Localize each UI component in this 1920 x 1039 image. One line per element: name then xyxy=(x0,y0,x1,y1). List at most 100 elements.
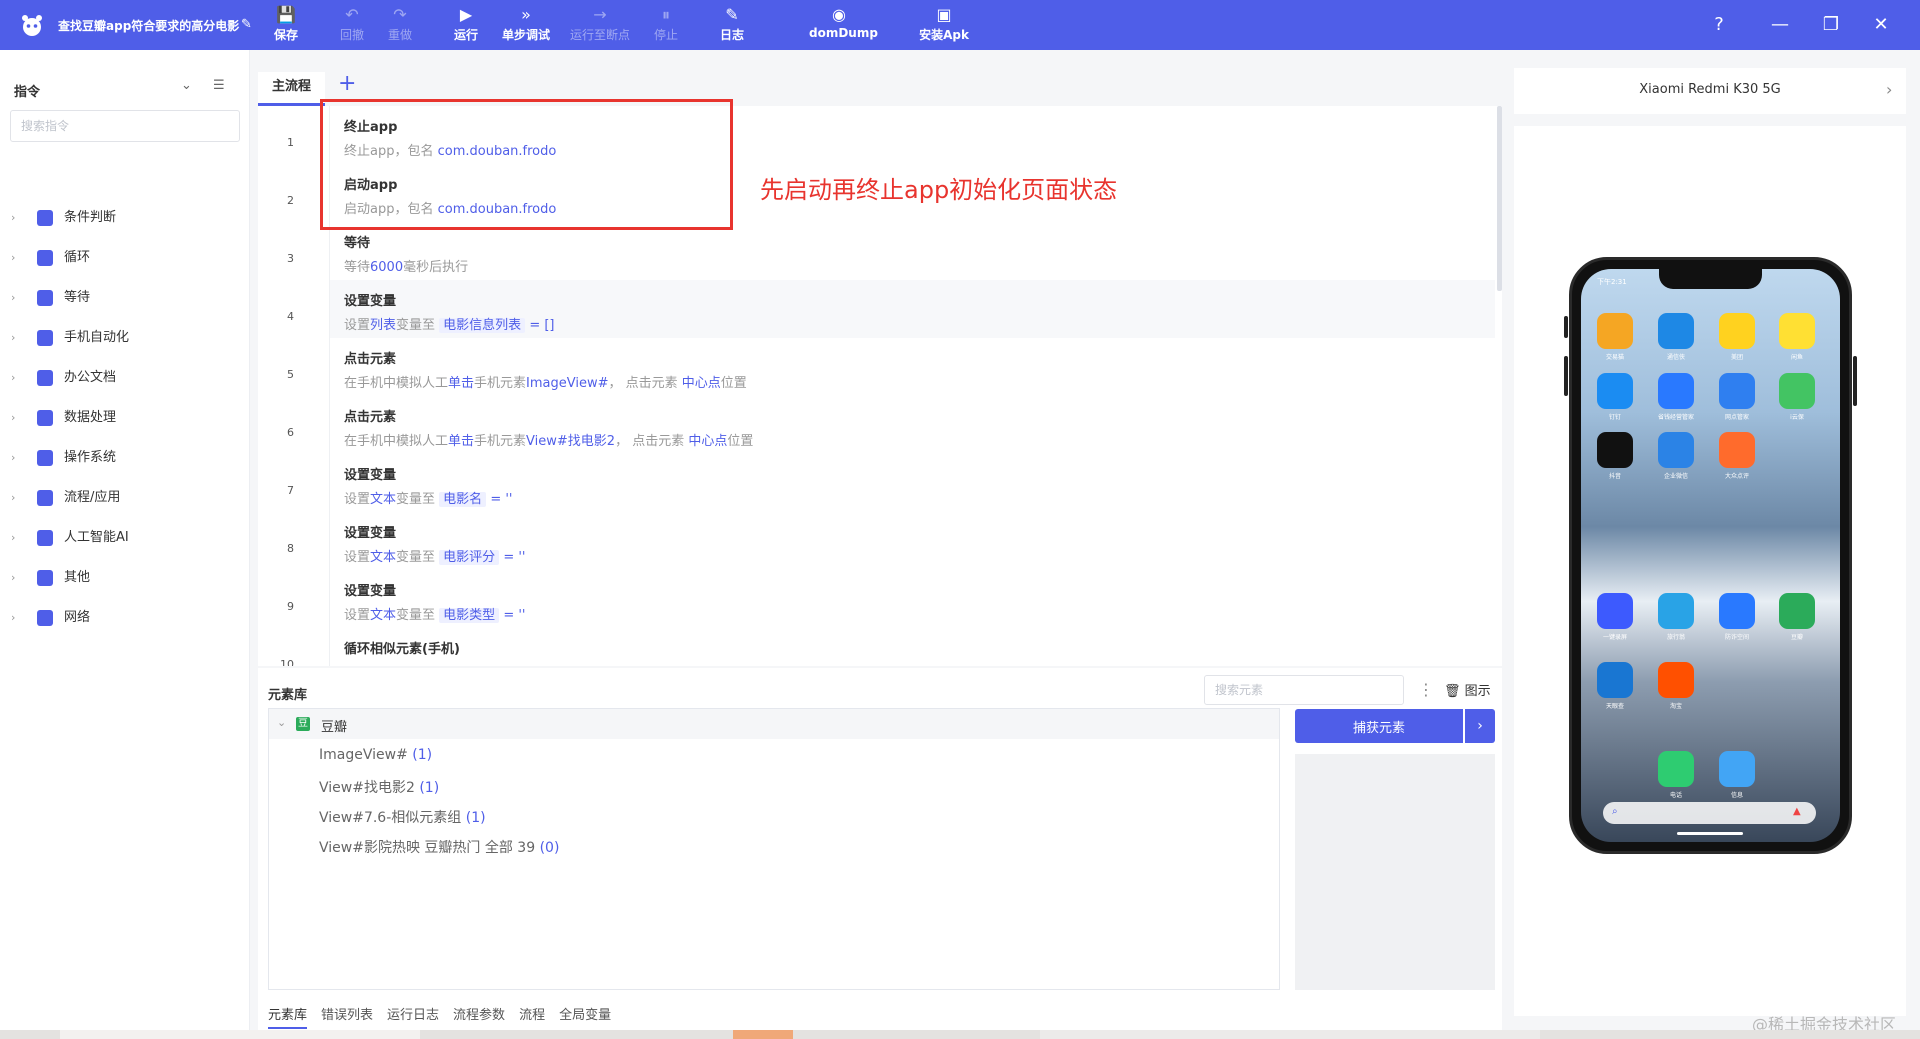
help-icon[interactable]: ? xyxy=(1705,12,1733,38)
phone-screen[interactable]: 下午2:31 交易猫 通信侠 美团 闲鱼钉钉 省钱经营管家 网点管家 i云保抖音 企业微信 大众… xyxy=(1581,269,1840,842)
bottom-tab-bar: 元素库 错误列表 运行日志 流程参数 流程 全局变量 xyxy=(268,1004,625,1030)
flow-step[interactable]: 设置变量 设置文本变量至 电影名 = '' xyxy=(330,454,1495,512)
flow-step[interactable]: 循环相似元素(手机) xyxy=(330,628,1495,666)
chevron-right-icon[interactable]: › xyxy=(11,283,15,313)
flow-step[interactable]: 点击元素 在手机中模拟人工单击手机元素ImageView#， 点击元素 中心点位置 xyxy=(330,338,1495,396)
highlight-box xyxy=(320,99,733,230)
collapse-all-icon[interactable]: ⌄ xyxy=(181,78,192,93)
chevron-right-icon[interactable]: › xyxy=(11,203,15,233)
phone-app-icon[interactable]: 企业微信 xyxy=(1656,432,1696,480)
phone-app-icon[interactable]: 闲鱼 xyxy=(1777,313,1817,361)
status-time: 下午2:31 xyxy=(1597,278,1627,286)
flow-step[interactable]: 设置变量 设置文本变量至 电影类型 = '' xyxy=(330,570,1495,628)
chevron-down-icon[interactable]: ⌄ xyxy=(277,716,286,729)
bottom-tab[interactable]: 流程 xyxy=(519,1004,545,1027)
phone-app-icon[interactable]: 通信侠 xyxy=(1656,313,1696,361)
flow-step[interactable]: 点击元素 在手机中模拟人工单击手机元素View#找电影2， 点击元素 中心点位置 xyxy=(330,396,1495,454)
capture-dropdown-button[interactable]: › xyxy=(1465,709,1495,743)
preview-label: 图示 xyxy=(1464,684,1491,699)
phone-app-icon[interactable]: 防诈空间 xyxy=(1717,593,1757,641)
element-item[interactable]: ImageView# (1) xyxy=(319,747,432,763)
restore-button[interactable]: ❐ xyxy=(1817,12,1845,38)
phone-app-icon[interactable]: 一键录屏 xyxy=(1595,593,1635,641)
flow-scrollbar[interactable] xyxy=(1497,106,1502,291)
step-text: 毫秒后执行 xyxy=(403,260,469,275)
chevron-right-icon[interactable]: › xyxy=(11,363,15,393)
element-item[interactable]: View#找电影2 (1) xyxy=(319,777,439,797)
command-category-item[interactable]: › 条件判断 xyxy=(0,203,250,233)
element-library-panel: 元素库 ⋮ 🗑 图示 ⌄ 豆 豆瓣 ImageView# (1) View#找电影… xyxy=(258,668,1502,1030)
element-item[interactable]: View#影院热映 豆瓣热门 全部 39 (0) xyxy=(319,837,559,857)
chevron-right-icon[interactable]: › xyxy=(11,403,15,433)
bottom-tab[interactable]: 运行日志 xyxy=(387,1004,439,1027)
app-tile xyxy=(1779,373,1815,409)
phone-app-icon[interactable]: 大众点评 xyxy=(1717,432,1757,480)
preview-toggle[interactable]: 🗑 图示 xyxy=(1444,680,1491,699)
toolbar-button-4[interactable]: » 单步调试 xyxy=(496,4,556,46)
phone-app-icon[interactable]: 省钱经营管家 xyxy=(1656,373,1696,421)
device-selector[interactable]: Xiaomi Redmi K30 5G › xyxy=(1514,68,1906,114)
command-category-item[interactable]: › 其他 xyxy=(0,563,250,593)
command-category-item[interactable]: › 操作系统 xyxy=(0,443,250,473)
chevron-right-icon[interactable]: › xyxy=(11,243,15,273)
chevron-right-icon[interactable]: › xyxy=(11,523,15,553)
category-icon xyxy=(37,450,53,466)
phone-app-icon[interactable]: i云保 xyxy=(1777,373,1817,421)
phone-app-icon[interactable]: 豆瓣 xyxy=(1777,593,1817,641)
toolbar-button-9[interactable]: ▣ 安装Apk xyxy=(914,4,974,46)
phone-app-icon[interactable]: 淘宝 xyxy=(1656,662,1696,710)
toolbar-button-7[interactable]: ✎ 日志 xyxy=(702,4,762,46)
chevron-right-icon[interactable]: › xyxy=(11,443,15,473)
chevron-right-icon[interactable]: › xyxy=(11,323,15,353)
element-search-input[interactable] xyxy=(1204,675,1404,705)
phone-app-icon[interactable]: 天眼查 xyxy=(1595,662,1635,710)
command-category-item[interactable]: › 等待 xyxy=(0,283,250,313)
phone-frame: 下午2:31 交易猫 通信侠 美团 闲鱼钉钉 省钱经营管家 网点管家 i云保抖音 企业微信 大众… xyxy=(1569,257,1852,854)
command-category-item[interactable]: › 流程/应用 xyxy=(0,483,250,513)
command-category-item[interactable]: › 网络 xyxy=(0,603,250,633)
command-search-input[interactable] xyxy=(10,110,240,142)
toolbar-button-3[interactable]: ▶ 运行 xyxy=(436,4,496,46)
bottom-tab[interactable]: 全局变量 xyxy=(559,1004,611,1027)
flow-title[interactable]: 查找豆瓣app符合要求的高分电影 xyxy=(58,17,239,34)
capture-element-button[interactable]: 捕获元素 xyxy=(1295,709,1463,743)
phone-app-icon[interactable]: 抖音 xyxy=(1595,432,1635,480)
add-tab-button[interactable]: + xyxy=(338,70,356,98)
phone-app-icon[interactable]: 网点管家 xyxy=(1717,373,1757,421)
category-label: 流程/应用 xyxy=(64,490,121,505)
element-count: (1) xyxy=(419,780,440,796)
phone-app-icon[interactable]: 钉钉 xyxy=(1595,373,1635,421)
edit-title-icon[interactable]: ✎ xyxy=(241,17,252,32)
toolbar-button-0[interactable]: 💾 保存 xyxy=(256,4,316,46)
phone-app-icon[interactable]: 旅行翁 xyxy=(1656,593,1696,641)
bottom-tab[interactable]: 错误列表 xyxy=(321,1004,373,1027)
minimize-button[interactable]: — xyxy=(1766,12,1794,38)
close-button[interactable]: ✕ xyxy=(1867,12,1895,38)
command-category-item[interactable]: › 循环 xyxy=(0,243,250,273)
list-menu-icon[interactable]: ☰ xyxy=(213,78,225,93)
phone-app-icon[interactable]: 信息 xyxy=(1717,751,1757,799)
tab-main-flow[interactable]: 主流程 xyxy=(258,72,326,106)
tree-root-douban[interactable]: ⌄ 豆 豆瓣 xyxy=(269,709,1279,739)
chevron-right-icon[interactable]: › xyxy=(11,563,15,593)
step-description: 设置文本变量至 电影评分 = '' xyxy=(344,546,526,565)
phone-app-icon[interactable]: 电话 xyxy=(1656,751,1696,799)
bottom-tab[interactable]: 元素库 xyxy=(268,1004,308,1029)
chevron-right-icon[interactable]: › xyxy=(11,603,15,633)
command-category-item[interactable]: › 办公文档 xyxy=(0,363,250,393)
phone-search-bar[interactable]: ⌕ ▲ xyxy=(1603,802,1816,824)
command-category-item[interactable]: › 手机自动化 xyxy=(0,323,250,353)
more-options-icon[interactable]: ⋮ xyxy=(1418,680,1434,699)
bottom-tab[interactable]: 流程参数 xyxy=(453,1004,505,1027)
chevron-right-icon[interactable]: › xyxy=(1886,80,1892,99)
phone-app-icon[interactable]: 交易猫 xyxy=(1595,313,1635,361)
command-category-item[interactable]: › 数据处理 xyxy=(0,403,250,433)
flow-step[interactable]: 设置变量 设置文本变量至 电影评分 = '' xyxy=(330,512,1495,570)
toolbar-button-8[interactable]: ◉ domDump xyxy=(809,4,878,46)
element-item[interactable]: View#7.6-相似元素组 (1) xyxy=(319,807,486,827)
command-category-item[interactable]: › 人工智能AI xyxy=(0,523,250,553)
flow-step[interactable]: 设置变量 设置列表变量至 电影信息列表 = [] xyxy=(330,280,1495,338)
chevron-right-icon[interactable]: › xyxy=(11,483,15,513)
phone-app-icon[interactable]: 美团 xyxy=(1717,313,1757,361)
flow-step[interactable]: 等待 等待6000毫秒后执行 xyxy=(330,222,1495,280)
